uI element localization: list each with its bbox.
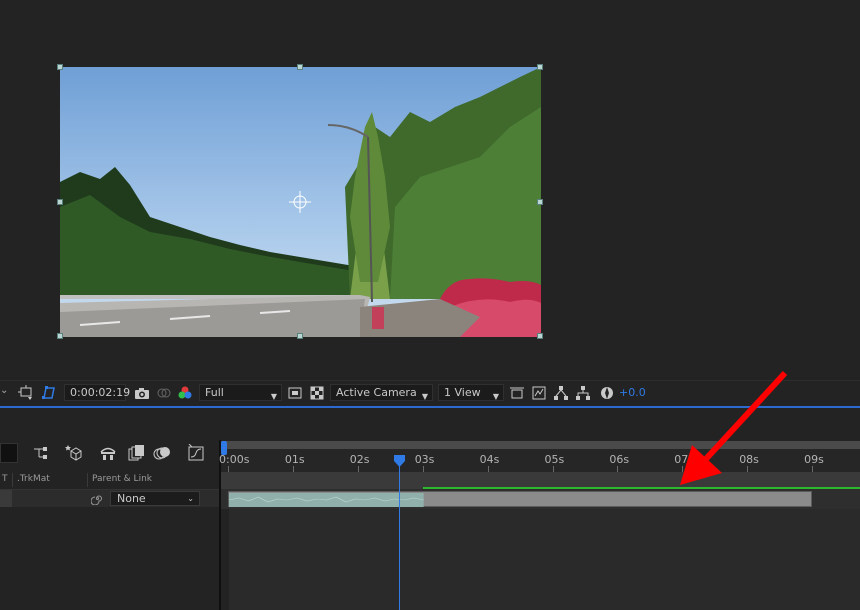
ruler-tick-label: 03s: [414, 453, 435, 466]
current-time-indicator-handle[interactable]: [393, 455, 405, 467]
shy-layers-icon[interactable]: [99, 445, 117, 461]
graph-editor-icon[interactable]: [187, 444, 205, 462]
ruler-tick-label: 06s: [609, 453, 630, 466]
timecode-display[interactable]: 0:00:02:19: [64, 384, 130, 401]
comp-mini-flowchart-icon[interactable]: [33, 445, 51, 461]
ruler-tick-label: 01s: [284, 453, 305, 466]
transform-handle-bottom-right[interactable]: [537, 333, 543, 339]
camera-view-value: Active Camera: [336, 386, 417, 399]
column-header-t[interactable]: T: [2, 474, 8, 484]
parent-dropdown[interactable]: None ⌄: [110, 491, 200, 506]
camera-icon[interactable]: [134, 385, 150, 401]
ruler-tick-label: 0:00s: [219, 453, 250, 466]
transparency-grid-icon[interactable]: [309, 385, 325, 401]
chevron-down-icon: ▼: [270, 392, 277, 401]
channels-icon[interactable]: [177, 385, 193, 401]
chevron-down-icon: ▼: [492, 392, 499, 401]
resolution-dropdown[interactable]: Full ▼: [199, 384, 282, 401]
mask-path-visibility-icon[interactable]: [41, 385, 57, 401]
chevron-down-icon: ⌄: [187, 494, 194, 503]
toggle-pixel-aspect-icon[interactable]: [509, 385, 525, 401]
draft-3d-cube-icon[interactable]: [65, 443, 85, 461]
draft-3d-icon[interactable]: [531, 385, 547, 401]
reset-exposure-icon[interactable]: [599, 385, 615, 401]
flowchart-icon[interactable]: [575, 385, 591, 401]
street-scene-image: [60, 67, 541, 337]
exposure-value[interactable]: +0.0: [619, 386, 646, 399]
comp-flowchart-icon[interactable]: [553, 385, 569, 401]
view-layout-value: 1 View: [444, 386, 481, 399]
transform-handle-top[interactable]: [297, 64, 303, 70]
transform-handle-top-left[interactable]: [57, 64, 63, 70]
column-divider: [87, 473, 88, 487]
transform-handle-top-right[interactable]: [537, 64, 543, 70]
timeline-layer-panel: [0, 408, 219, 610]
chevron-down-icon: ▼: [421, 392, 428, 401]
transform-handle-right[interactable]: [537, 199, 543, 205]
region-of-interest-icon[interactable]: [18, 385, 34, 401]
transform-handle-bottom[interactable]: [297, 333, 303, 339]
ruler-tick-label: 05s: [544, 453, 565, 466]
ruler-tick-label: 02s: [349, 453, 370, 466]
parent-value: None: [117, 492, 146, 505]
ruler-tick-label: 09s: [804, 453, 824, 466]
search-layers-input[interactable]: [0, 443, 18, 463]
chevron-down-icon[interactable]: ⌄: [0, 385, 16, 401]
column-header-trkmat[interactable]: .TrkMat: [17, 474, 50, 484]
column-header-parent-link[interactable]: Parent & Link: [92, 474, 152, 484]
empty-track-area: [229, 509, 860, 610]
view-layout-dropdown[interactable]: 1 View ▼: [438, 384, 504, 401]
motion-blur-icon[interactable]: [153, 444, 171, 462]
red-annotation-arrow: [680, 370, 788, 485]
current-time-indicator-line[interactable]: [398, 455, 400, 610]
frame-blending-icon[interactable]: [127, 444, 145, 462]
column-divider: [12, 473, 13, 487]
camera-view-dropdown[interactable]: Active Camera ▼: [330, 384, 433, 401]
ruler-tick-label: 04s: [479, 453, 500, 466]
layer-label-color[interactable]: [0, 490, 12, 507]
transform-handle-left[interactable]: [57, 199, 63, 205]
resolution-value: Full: [205, 386, 224, 399]
snapshot-icon[interactable]: [156, 385, 172, 401]
spiral-pickwhip-icon[interactable]: [91, 492, 104, 505]
footage-layer-preview[interactable]: [60, 67, 541, 337]
transform-handle-bottom-left[interactable]: [57, 333, 63, 339]
layer-bar-waveform-thumbnail: [228, 492, 424, 507]
fast-previews-icon[interactable]: [287, 385, 303, 401]
